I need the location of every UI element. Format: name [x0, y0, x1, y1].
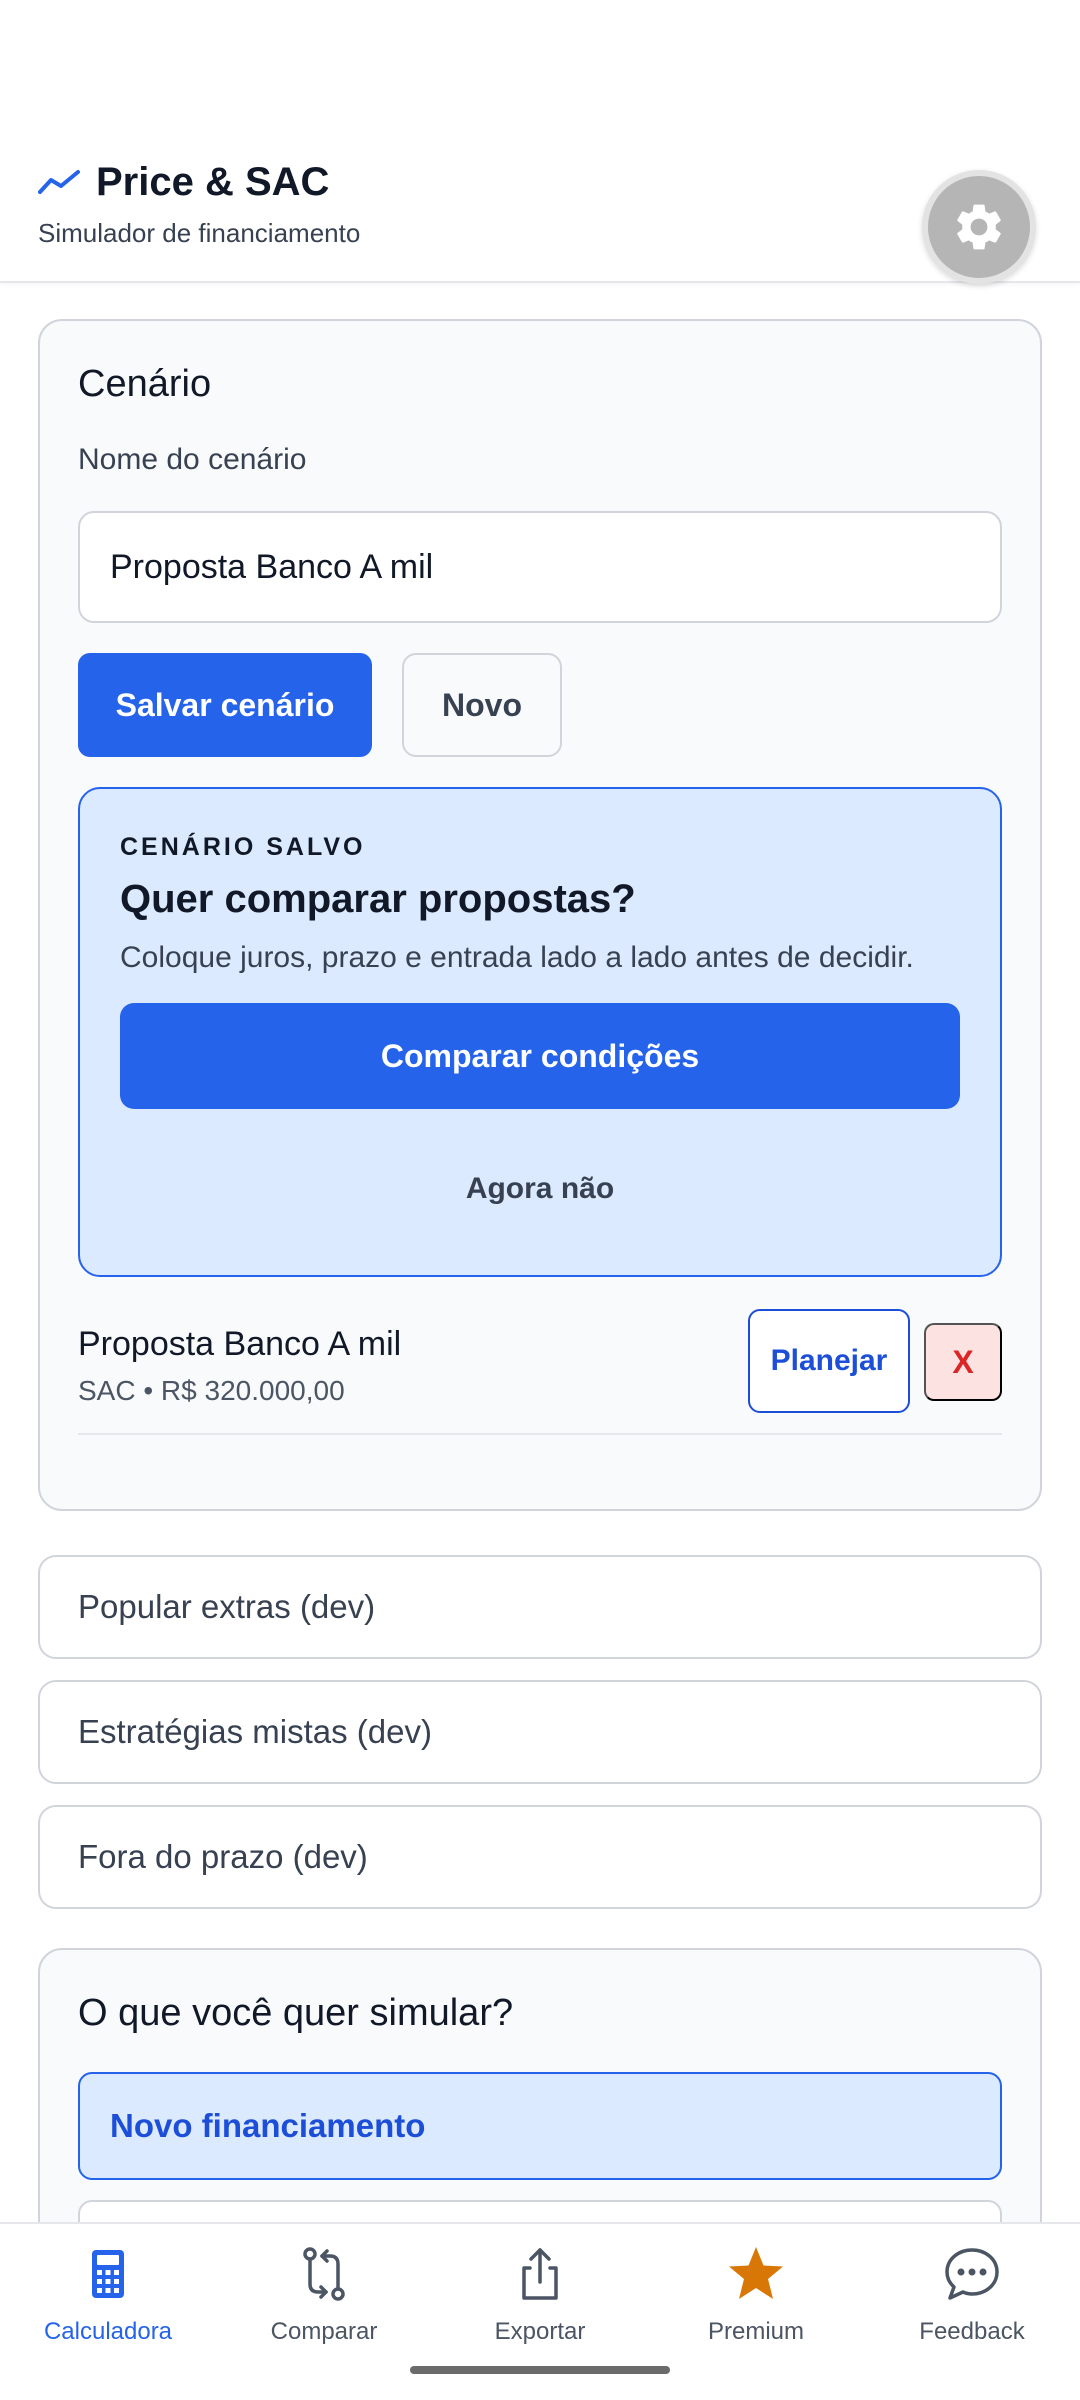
nav-label-comparar: Comparar: [270, 2318, 378, 2345]
promo-description: Coloque juros, prazo e entrada lado a la…: [120, 941, 914, 974]
simulate-card: O que você quer simular? Novo financiame…: [38, 1948, 1042, 2222]
dev-popular-extras-button[interactable]: Popular extras (dev): [38, 1555, 1042, 1659]
dismiss-promo-button[interactable]: Agora não: [120, 1149, 960, 1229]
dev-out-of-term-button[interactable]: Fora do prazo (dev): [38, 1805, 1042, 1909]
compare-arrows-icon: [303, 2247, 345, 2301]
option-next[interactable]: [78, 2200, 1002, 2222]
calculator-icon: [92, 2250, 124, 2298]
simulate-title: O que você quer simular?: [78, 1992, 514, 2034]
main-content: Cenário Nome do cenário Salvar cenário N…: [0, 285, 1080, 2222]
save-scenario-button[interactable]: Salvar cenário: [78, 653, 372, 757]
delete-scenario-button[interactable]: X: [924, 1323, 1002, 1401]
chat-bubble-icon: [945, 2248, 999, 2300]
nav-item-feedback[interactable]: Feedback: [864, 2244, 1080, 2354]
trend-line-icon: [38, 169, 80, 194]
app-header: Price & SAC Simulador de financiamento: [0, 0, 1080, 284]
scenario-name-label: Nome do cenário: [78, 443, 307, 476]
share-upload-icon: [522, 2248, 558, 2300]
saved-scenario-row: Proposta Banco A mil SAC • R$ 320.000,00…: [78, 1309, 1002, 1435]
compare-promo-banner: CENÁRIO SALVO Quer comparar propostas? C…: [78, 787, 1002, 1277]
nav-label-calculadora: Calculadora: [43, 2318, 173, 2345]
brand: Price & SAC: [38, 160, 329, 205]
nav-item-exportar[interactable]: Exportar: [432, 2244, 648, 2354]
nav-item-comparar[interactable]: Comparar: [216, 2244, 432, 2354]
promo-eyebrow: CENÁRIO SALVO: [120, 833, 366, 861]
nav-item-calculadora[interactable]: Calculadora: [0, 2244, 216, 2354]
saved-scenario-meta: SAC • R$ 320.000,00: [78, 1375, 345, 1406]
nav-label-exportar: Exportar: [494, 2318, 586, 2345]
plan-scenario-button[interactable]: Planejar: [748, 1309, 910, 1413]
scenario-title: Cenário: [78, 363, 212, 405]
app-title: Price & SAC: [96, 160, 330, 204]
app-subtitle: Simulador de financiamento: [38, 218, 361, 248]
nav-item-premium[interactable]: Premium: [648, 2244, 864, 2354]
saved-scenario-name: Proposta Banco A mil: [78, 1325, 402, 1363]
gear-icon: [957, 204, 1001, 250]
scenario-name-input[interactable]: [78, 511, 1002, 623]
promo-title: Quer comparar propostas?: [120, 877, 636, 921]
settings-button[interactable]: [922, 170, 1036, 284]
compare-conditions-button[interactable]: Comparar condições: [120, 1003, 960, 1109]
nav-label-premium: Premium: [707, 2318, 804, 2345]
scenario-card: Cenário Nome do cenário Salvar cenário N…: [38, 319, 1042, 1511]
home-indicator: [410, 2366, 670, 2374]
dev-mixed-strategies-button[interactable]: Estratégias mistas (dev): [38, 1680, 1042, 1784]
new-scenario-button[interactable]: Novo: [402, 653, 562, 757]
star-icon: [729, 2247, 783, 2299]
option-new-financing[interactable]: Novo financiamento: [78, 2072, 1002, 2180]
nav-label-feedback: Feedback: [919, 2318, 1025, 2345]
